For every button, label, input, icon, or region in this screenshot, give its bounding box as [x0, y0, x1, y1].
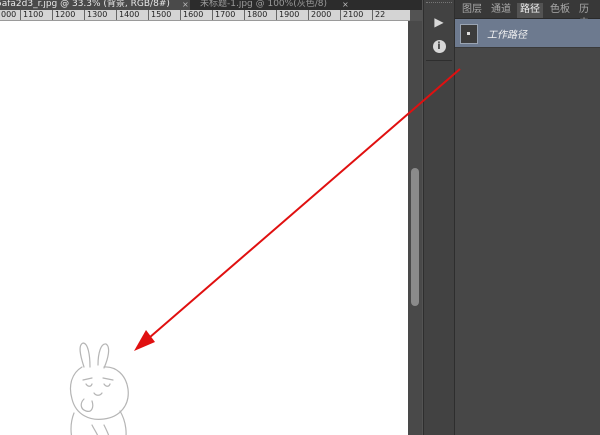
document-tab-title: 未标题-1.jpg @ 100%(灰色/8)	[200, 0, 327, 9]
ruler-label: 1600	[180, 10, 203, 20]
ruler-label: 1200	[52, 10, 75, 20]
paths-panel: 图层 通道 路径 色板 历史 工作路径	[455, 0, 600, 435]
ruler-label: 2000	[308, 10, 331, 20]
horizontal-ruler[interactable]: 000 1100 1200 1300 1400 1500 1600 1700 1…	[0, 10, 410, 21]
path-item-work-path[interactable]: 工作路径	[455, 19, 600, 47]
tab-history[interactable]: 历史	[576, 3, 600, 29]
ruler-label: 1700	[212, 10, 235, 20]
document-tab-inactive[interactable]: 未标题-1.jpg @ 100%(灰色/8) ×	[192, 0, 420, 10]
tab-layers[interactable]: 图层	[459, 3, 485, 18]
ruler-label: 1500	[148, 10, 171, 20]
tab-channels[interactable]: 通道	[488, 3, 514, 18]
path-thumbnail	[460, 24, 478, 44]
document-canvas[interactable]	[0, 21, 408, 435]
document-tab-bar: 5afa2d3_r.jpg @ 33.3% (背景, RGB/8#) × 未标题…	[0, 0, 422, 10]
document-tab-title: 5afa2d3_r.jpg @ 33.3% (背景, RGB/8#)	[0, 0, 170, 9]
panel-icon-strip: ▶ i	[423, 0, 455, 435]
info-icon: i	[432, 39, 446, 53]
path-item-label: 工作路径	[487, 30, 527, 41]
ruler-label: 1300	[84, 10, 107, 20]
rabbit-drawing	[69, 342, 129, 435]
ruler-label: 000	[0, 10, 16, 20]
ruler-label: 1100	[20, 10, 43, 20]
vertical-scrollbar[interactable]	[408, 21, 422, 435]
scrollbar-thumb[interactable]	[411, 168, 419, 306]
tab-paths[interactable]: 路径	[517, 3, 543, 18]
strip-divider	[426, 60, 452, 61]
ruler-label: 1400	[116, 10, 139, 20]
actions-panel-button[interactable]: ▶	[428, 12, 450, 32]
ruler-label: 2100	[340, 10, 363, 20]
ruler-label: 22	[372, 10, 385, 20]
close-tab-icon[interactable]: ×	[182, 0, 189, 10]
document-tab-active[interactable]: 5afa2d3_r.jpg @ 33.3% (背景, RGB/8#) ×	[0, 0, 190, 10]
panel-grip[interactable]	[426, 2, 452, 6]
path-thumbnail-dot	[467, 32, 470, 35]
panel-divider	[455, 47, 600, 48]
ruler-label: 1800	[244, 10, 267, 20]
panel-tab-bar: 图层 通道 路径 色板 历史	[455, 0, 600, 29]
play-icon: ▶	[434, 15, 444, 29]
tab-swatches[interactable]: 色板	[547, 3, 573, 18]
close-tab-icon[interactable]: ×	[342, 0, 349, 10]
ruler-label: 1900	[276, 10, 299, 20]
info-panel-button[interactable]: i	[428, 36, 450, 56]
